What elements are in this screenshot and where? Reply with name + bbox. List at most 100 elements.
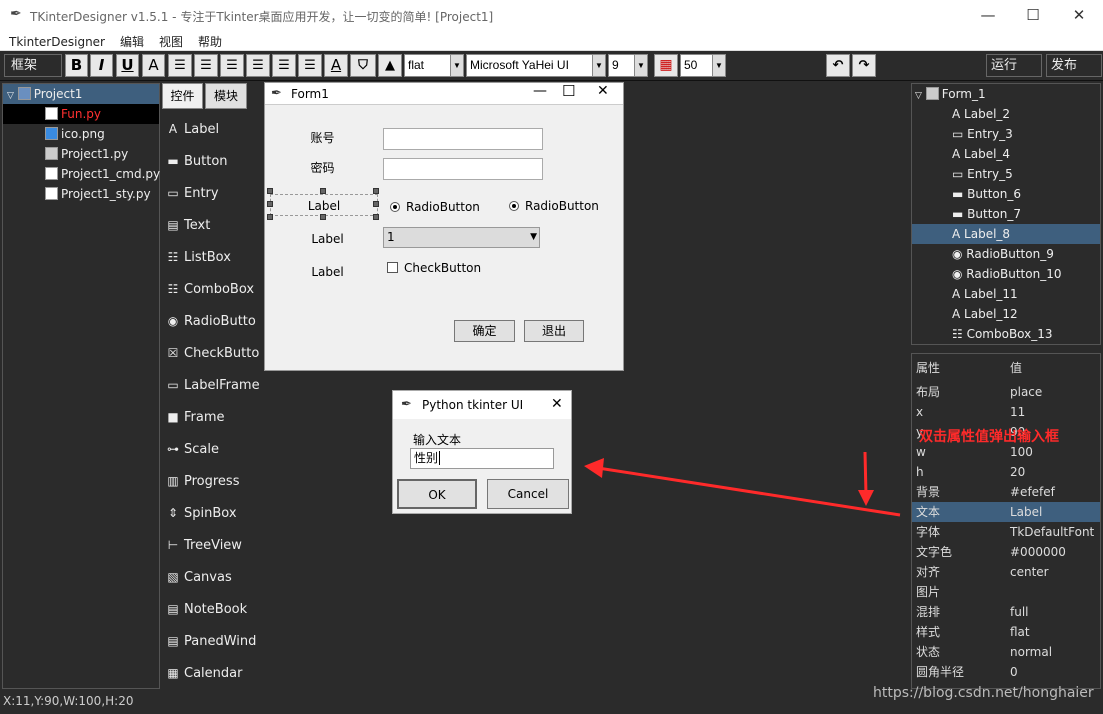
property-row[interactable]: x 11	[912, 402, 1100, 422]
align-top-icon[interactable]: ☰	[246, 54, 270, 77]
widget-radiobutton[interactable]: ◉ RadioButto	[166, 309, 261, 333]
widget-combobox[interactable]: ☷ ComboBox	[166, 277, 261, 301]
widget-treeview[interactable]: ⊢ TreeView	[166, 533, 261, 557]
italic-button[interactable]: I	[90, 54, 113, 77]
widget-calendar[interactable]: ▦ Calendar	[166, 661, 261, 685]
font-color-button[interactable]: A	[142, 54, 165, 77]
relief-select[interactable]: flat ▼	[404, 54, 464, 77]
tree-item-object[interactable]: ▭ Entry_3	[952, 124, 1013, 144]
text-color-icon[interactable]: A	[324, 54, 348, 77]
account-label[interactable]: 账号	[295, 129, 350, 146]
property-row[interactable]: 文字色 #000000	[912, 542, 1100, 562]
grid-size-spinner[interactable]: 50 ▼	[680, 54, 726, 77]
publish-button[interactable]: 发布	[1046, 54, 1102, 77]
tree-root-form[interactable]: ▽ Form_1	[915, 84, 986, 104]
tree-item-file[interactable]: Project1.py	[3, 144, 128, 164]
dialog-ok-button[interactable]: OK	[397, 479, 477, 509]
widget-listbox[interactable]: ☷ ListBox	[166, 245, 261, 269]
property-row-selected[interactable]: 文本 Label	[912, 502, 1100, 522]
tree-item-object[interactable]: ◉ RadioButton_10	[952, 264, 1061, 284]
tree-item-object[interactable]: A Label_12	[952, 304, 1018, 324]
widget-labelframe[interactable]: ▭ LabelFrame	[166, 373, 261, 397]
widget-button[interactable]: ▬ Button	[166, 149, 261, 173]
menu-tkinterdesigner[interactable]: TkinterDesigner	[0, 33, 111, 49]
widget-frame[interactable]: ■ Frame	[166, 405, 261, 429]
align-left-icon[interactable]: ☰	[168, 54, 192, 77]
close-button[interactable]: ✕	[1056, 4, 1102, 26]
widget-checkbutton[interactable]: ☒ CheckButto	[166, 341, 261, 365]
password-label[interactable]: 密码	[295, 159, 350, 176]
widget-canvas[interactable]: ▧ Canvas	[166, 565, 261, 589]
label-2[interactable]: Label	[295, 232, 360, 246]
tab-modules[interactable]: 模块	[205, 83, 247, 109]
tree-item-object[interactable]: ☷ ComboBox_13	[952, 324, 1053, 344]
tree-item-object[interactable]: ▬ Button_6	[952, 184, 1021, 204]
menu-view[interactable]: 视图	[150, 31, 189, 50]
undo-icon[interactable]: ↶	[826, 54, 850, 77]
fill-color-icon[interactable]: ⛉	[350, 54, 376, 77]
checkbutton[interactable]: CheckButton	[387, 261, 481, 275]
tree-item-object[interactable]: ◉ RadioButton_9	[952, 244, 1054, 264]
property-row[interactable]: 圆角半径 0	[912, 662, 1100, 682]
account-entry[interactable]	[383, 128, 543, 150]
tree-item-object[interactable]: ▬ Button_7	[952, 204, 1021, 224]
tree-item-object[interactable]: A Label_2	[952, 104, 1010, 124]
property-row[interactable]: h 20	[912, 462, 1100, 482]
dialog-cancel-button[interactable]: Cancel	[487, 479, 569, 509]
property-row[interactable]: 样式 flat	[912, 622, 1100, 642]
dialog-input[interactable]: 性别	[410, 448, 554, 469]
image-icon[interactable]: ▲	[378, 54, 402, 77]
font-family-select[interactable]: Microsoft YaHei UI ▼	[466, 54, 606, 77]
property-row[interactable]: 状态 normal	[912, 642, 1100, 662]
dialog-close-button[interactable]: ✕	[551, 396, 563, 412]
tree-item-file[interactable]: Project1_cmd.py	[3, 164, 160, 184]
form-minimize-button[interactable]: —	[533, 83, 547, 99]
font-size-select[interactable]: 9 ▼	[608, 54, 648, 77]
label-3[interactable]: Label	[295, 265, 360, 279]
frame-select[interactable]: 框架	[4, 54, 62, 77]
widget-panedwindow[interactable]: ▤ PanedWind	[166, 629, 261, 653]
radio-button-1[interactable]: RadioButton	[390, 200, 480, 214]
menu-edit[interactable]: 编辑	[111, 31, 150, 50]
form-close-button[interactable]: ✕	[597, 83, 609, 99]
resize-handle[interactable]	[320, 214, 326, 220]
resize-handle[interactable]	[320, 188, 326, 194]
resize-handle[interactable]	[267, 201, 273, 207]
resize-handle[interactable]	[373, 188, 379, 194]
maximize-button[interactable]: ☐	[1010, 4, 1056, 26]
tree-item-object[interactable]: ▭ Entry_5	[952, 164, 1013, 184]
widget-entry[interactable]: ▭ Entry	[166, 181, 261, 205]
align-center-icon[interactable]: ☰	[194, 54, 218, 77]
radio-button-2[interactable]: RadioButton	[509, 199, 599, 213]
property-row[interactable]: 图片	[912, 582, 1100, 602]
resize-handle[interactable]	[373, 201, 379, 207]
property-row[interactable]: 混排 full	[912, 602, 1100, 622]
bold-button[interactable]: B	[65, 54, 88, 77]
tree-item-object-selected[interactable]: A Label_8	[912, 224, 1100, 244]
widget-notebook[interactable]: ▤ NoteBook	[166, 597, 261, 621]
menu-help[interactable]: 帮助	[189, 31, 228, 50]
align-right-icon[interactable]: ☰	[220, 54, 244, 77]
widget-spinbox[interactable]: ⇕ SpinBox	[166, 501, 261, 525]
resize-handle[interactable]	[373, 214, 379, 220]
selected-label-widget[interactable]: Label	[270, 194, 378, 216]
form-maximize-button[interactable]: ☐	[562, 82, 575, 100]
tree-item-file[interactable]: ico.png	[3, 124, 105, 144]
resize-handle[interactable]	[267, 188, 273, 194]
combobox[interactable]: 1 ▼	[383, 227, 540, 248]
tab-widgets[interactable]: 控件	[162, 83, 203, 109]
tree-item-file[interactable]: Fun.py	[3, 104, 159, 124]
align-middle-icon[interactable]: ☰	[272, 54, 296, 77]
run-button[interactable]: 运行	[986, 54, 1042, 77]
align-bottom-icon[interactable]: ☰	[298, 54, 322, 77]
widget-label[interactable]: A Label	[166, 117, 261, 141]
underline-button[interactable]: U	[116, 54, 139, 77]
resize-handle[interactable]	[267, 214, 273, 220]
grid-icon[interactable]: ▦	[654, 54, 678, 77]
tree-item-object[interactable]: A Label_11	[952, 284, 1018, 304]
redo-icon[interactable]: ↷	[852, 54, 876, 77]
ok-button[interactable]: 确定	[454, 320, 515, 342]
widget-text[interactable]: ▤ Text	[166, 213, 261, 237]
exit-button[interactable]: 退出	[524, 320, 584, 342]
property-row[interactable]: 布局 place	[912, 382, 1100, 402]
